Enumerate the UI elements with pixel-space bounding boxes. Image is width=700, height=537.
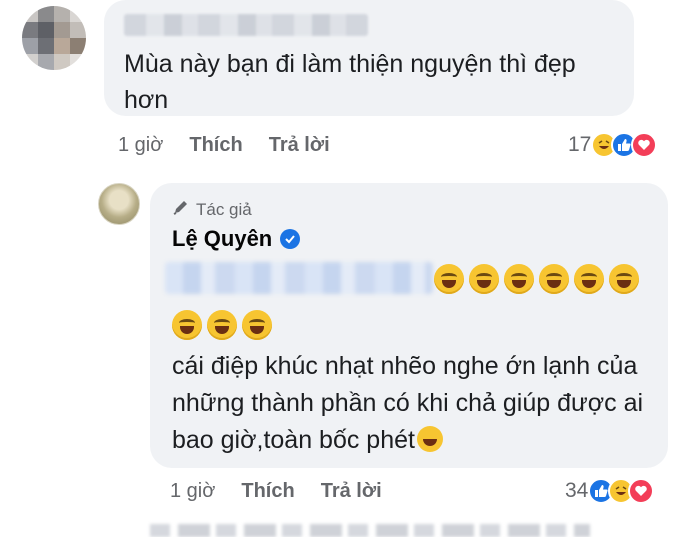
author-avatar[interactable] (98, 183, 140, 225)
comment-2-actions: 1 giờ Thích Trả lời (170, 480, 382, 503)
comment-2-time[interactable]: 1 giờ (170, 480, 215, 503)
author-name-link[interactable]: Lệ Quyên (172, 226, 272, 252)
comment-1-like-button[interactable]: Thích (189, 134, 242, 157)
verified-badge-icon (280, 229, 301, 249)
rofl-emoji-icon (242, 310, 272, 340)
rofl-emoji-row-2 (172, 310, 272, 340)
comment-1-time[interactable]: 1 giờ (118, 134, 163, 157)
comment-2-reply-button[interactable]: Trả lời (321, 480, 382, 503)
author-badge-label: Tác giả (196, 199, 252, 219)
rofl-emoji-row-1 (434, 264, 639, 294)
rofl-emoji-icon (574, 264, 604, 294)
comment-2-text: cái điệp khúc nhạt nhẽo nghe ớn lạnh của… (172, 352, 644, 454)
comment-2-reactions[interactable]: 34 (565, 478, 655, 504)
next-comment-blurred (150, 524, 590, 537)
comment-1-reply-button[interactable]: Trả lời (269, 134, 330, 157)
comment-1-reactions[interactable]: 17 (568, 132, 658, 158)
rofl-emoji-icon (172, 310, 202, 340)
love-icon (628, 478, 655, 504)
comment-2-like-button[interactable]: Thích (241, 480, 294, 503)
pen-icon (172, 198, 190, 221)
author-badge: Tác giả (172, 198, 252, 221)
grinning-sweat-emoji-icon (416, 426, 443, 452)
comment-1-text: Mùa này bạn đi làm thiện nguyện thì đẹp … (124, 50, 576, 114)
comment-2-reaction-count: 34 (565, 479, 589, 502)
comment-1-reaction-count: 17 (568, 133, 592, 156)
comment-1-actions: 1 giờ Thích Trả lời (118, 134, 330, 157)
commenter-name-blurred[interactable] (124, 14, 368, 36)
rofl-emoji-icon (539, 264, 569, 294)
rofl-emoji-icon (434, 264, 464, 294)
author-name-row: Lệ Quyên (172, 226, 301, 252)
rofl-emoji-icon (469, 264, 499, 294)
love-icon (631, 132, 658, 158)
rofl-emoji-icon (609, 264, 639, 294)
comment-2-text-block: cái điệp khúc nhạt nhẽo nghe ớn lạnh của… (172, 348, 652, 459)
commenter-avatar-blurred[interactable] (22, 6, 86, 70)
rofl-emoji-icon (207, 310, 237, 340)
rofl-emoji-icon (504, 264, 534, 294)
blurred-text-line (165, 262, 433, 294)
